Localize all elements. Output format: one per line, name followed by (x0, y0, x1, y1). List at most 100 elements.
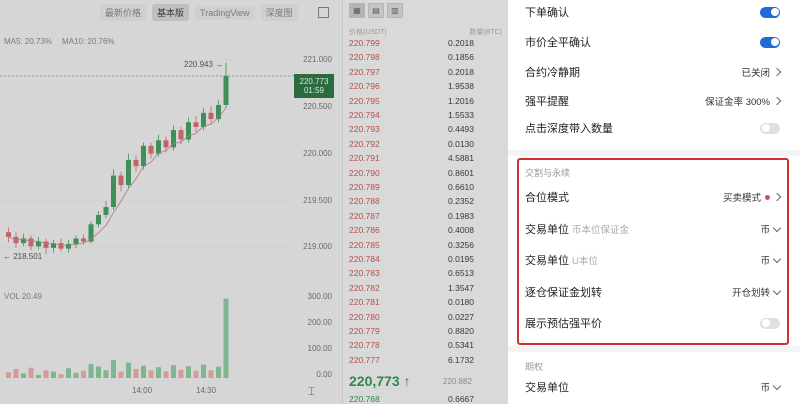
ask-row[interactable]: 220.787 0.1983 (349, 211, 474, 223)
ask-row[interactable]: 220.781 0.0180 (349, 297, 474, 309)
unit-coin-hint: 币本位保证金 (572, 225, 630, 236)
orderbook-bids-icon[interactable]: ▥ (387, 3, 403, 18)
show-est-liquidation-toggle[interactable] (760, 317, 780, 329)
ask-row[interactable]: 220.795 1.2016 (349, 96, 474, 108)
volume-bar (103, 370, 109, 378)
ask-price: 220.792 (349, 138, 380, 149)
setting-unit-coin-margined[interactable]: 交易单位 币本位保证金 币 (525, 214, 782, 244)
section-title-futures: 交割与永续 (525, 168, 571, 178)
ask-row[interactable]: 220.780 0.0227 (349, 312, 474, 324)
setting-position-mode[interactable]: 合位模式 买卖模式 (525, 182, 782, 212)
orderbook-both-icon[interactable]: ▦ (349, 3, 365, 18)
setting-value: 买卖模式 (722, 190, 782, 204)
setting-label: 强平提醒 (525, 96, 569, 108)
volume-legend: VOL 20.49 (4, 292, 42, 301)
volume-bar (43, 370, 49, 378)
ask-row[interactable]: 220.790 0.8601 (349, 168, 474, 180)
margin-transfer-value: 开仓划转 (731, 288, 770, 299)
candle-body (111, 175, 116, 208)
bid-row[interactable]: 220.768 0.6667 (349, 394, 474, 404)
candle-body (73, 238, 79, 244)
ask-qty: 0.2018 (448, 38, 474, 48)
order-confirm-toggle[interactable] (760, 6, 780, 18)
ask-row[interactable]: 220.788 0.2352 (349, 196, 474, 208)
ask-price: 220.791 (349, 153, 380, 164)
setting-liquidation-alert[interactable]: 强平提醒 保证金率 300% (525, 86, 782, 116)
volume-bar (171, 365, 176, 378)
setting-unit-usdt-margined[interactable]: 交易单位 U本位 币 (525, 245, 782, 275)
ask-price: 220.781 (349, 297, 380, 308)
setting-options-unit[interactable]: 交易单位 币 (525, 372, 782, 402)
candle-body (96, 214, 101, 225)
ask-row[interactable]: 220.786 0.4008 (349, 225, 474, 237)
time-tick: 14:30 (196, 386, 217, 395)
volume-tick: 300.00 (307, 292, 332, 301)
chevron-down-icon (772, 381, 782, 390)
ask-row[interactable]: 220.799 0.2018 (349, 38, 474, 50)
setting-label: 点击深度带入数量 (525, 123, 613, 135)
ask-price: 220.789 (349, 182, 380, 192)
position-mode-value: 买卖模式 (722, 193, 761, 204)
ask-qty: 0.6513 (448, 268, 474, 279)
candle-body (178, 130, 184, 140)
ask-row[interactable]: 220.794 1.5533 (349, 110, 474, 122)
ask-qty: 1.3547 (448, 282, 474, 293)
unit-u-value: 币 (760, 256, 770, 267)
candle-body (81, 238, 86, 242)
ask-qty: 0.0195 (448, 254, 474, 264)
ask-price: 220.785 (349, 239, 380, 250)
setting-order-confirm[interactable]: 下单确认 (525, 0, 780, 27)
orderbook-asks-icon[interactable]: ▤ (368, 3, 384, 18)
setting-depth-fill-qty[interactable]: 点击深度带入数量 (525, 113, 780, 143)
order-book: ▦ ▤ ▥ 价格(USDT) 数量(BTC) 220.799 0.2018 220.… (342, 0, 508, 404)
ask-price: 220.786 (349, 225, 380, 236)
volume-bar (28, 367, 34, 378)
candle-body (28, 238, 34, 247)
ask-row[interactable]: 220.791 4.5881 (349, 153, 474, 165)
ask-price: 220.777 (349, 354, 380, 365)
ask-qty: 0.0180 (448, 297, 474, 308)
kline-chart-panel[interactable]: 最新价格 基本版 TradingView 深度图 MA5: 20.73% MA1… (0, 0, 342, 404)
volume-bar (111, 360, 116, 378)
ask-row[interactable]: 220.782 1.3547 (349, 283, 474, 295)
section-divider (508, 150, 800, 156)
volume-bar (73, 372, 79, 378)
ask-row[interactable]: 220.793 0.4493 (349, 124, 474, 136)
ask-row[interactable]: 220.777 6.1732 (349, 355, 474, 367)
bid-qty: 0.6667 (448, 394, 474, 404)
ask-row[interactable]: 220.778 0.5341 (349, 340, 474, 352)
setting-market-close-confirm[interactable]: 市价全平确认 (525, 27, 780, 57)
ask-price: 220.778 (349, 340, 380, 351)
ask-row[interactable]: 220.785 0.3256 (349, 240, 474, 252)
ask-price: 220.794 (349, 110, 380, 120)
ask-row[interactable]: 220.784 0.0195 (349, 254, 474, 266)
setting-cooldown[interactable]: 合约冷静期 已关闭 (525, 57, 782, 87)
ask-row[interactable]: 220.789 0.6610 (349, 182, 474, 194)
setting-value: 币 (760, 222, 782, 236)
volume-bar (21, 373, 26, 378)
current-price-tag: 220.773 01:59 (294, 74, 334, 98)
volume-bar (58, 374, 64, 378)
ask-row[interactable]: 220.798 0.1856 (349, 52, 474, 64)
setting-show-est-liquidation[interactable]: 展示预估强平价 (525, 308, 780, 338)
volume-tick: 200.00 (307, 318, 332, 327)
depth-fill-qty-toggle[interactable] (760, 122, 780, 134)
ask-row[interactable]: 220.796 1.9538 (349, 81, 474, 93)
unit-coin-value: 币 (760, 225, 770, 236)
bid-price: 220.768 (349, 394, 380, 404)
settings-panel: 下单确认 市价全平确认 合约冷静期 已关闭 强平提醒 保证金率 300% 点击深… (508, 0, 800, 404)
setting-label: 交易单位 币本位保证金 (525, 221, 629, 237)
ask-row[interactable]: 220.792 0.0130 (349, 139, 474, 151)
ask-row[interactable]: 220.783 0.6513 (349, 268, 474, 280)
cooldown-value: 已关闭 (741, 68, 770, 79)
ask-price: 220.780 (349, 311, 380, 322)
price-tick: 220.500 (303, 102, 332, 111)
setting-margin-transfer[interactable]: 逐仓保证金划转 开仓划转 (525, 277, 782, 307)
ask-row[interactable]: 220.779 0.8820 (349, 326, 474, 338)
ask-qty: 0.5341 (448, 340, 474, 351)
volume-bar (126, 362, 131, 378)
candle-body (36, 241, 41, 247)
volume-bar (141, 365, 146, 378)
market-close-confirm-toggle[interactable] (760, 36, 780, 48)
ask-row[interactable]: 220.797 0.2018 (349, 67, 474, 79)
